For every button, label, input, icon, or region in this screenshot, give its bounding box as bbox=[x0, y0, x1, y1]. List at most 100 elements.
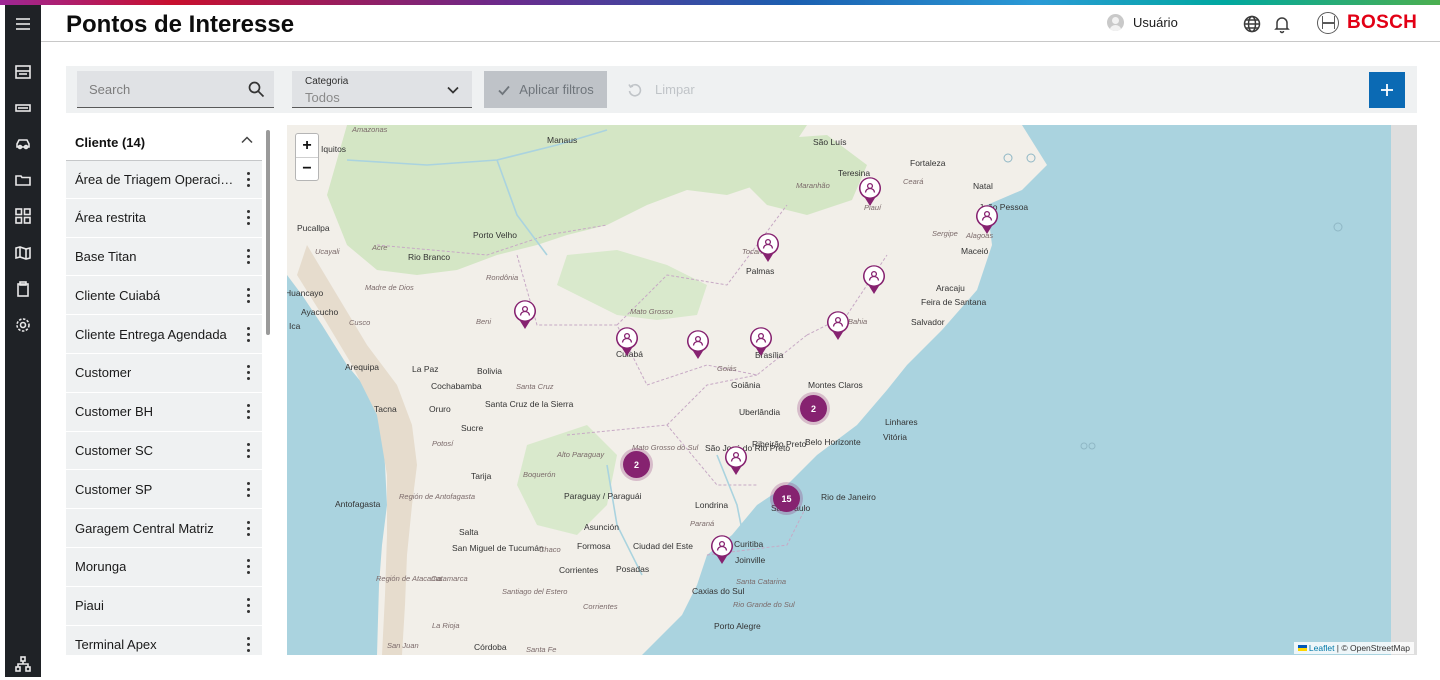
marker-cluster[interactable]: 2 bbox=[623, 451, 650, 478]
more-options-icon[interactable] bbox=[238, 361, 258, 385]
city-label: Montes Claros bbox=[808, 380, 863, 390]
map-view[interactable]: Manaus São Luís Teresina Fortaleza Natal João… bbox=[287, 125, 1417, 655]
poi-marker-icon[interactable] bbox=[615, 327, 639, 357]
region-label: Boquerón bbox=[523, 470, 556, 479]
city-label: La Paz bbox=[412, 364, 439, 374]
region-label: Alto Paraguay bbox=[557, 450, 605, 459]
more-options-icon[interactable] bbox=[238, 400, 258, 424]
car-icon[interactable] bbox=[5, 129, 41, 159]
plus-icon bbox=[1381, 84, 1393, 96]
search-input[interactable]: Search bbox=[77, 71, 274, 108]
osm-attribution: | © OpenStreetMap bbox=[1334, 643, 1410, 653]
poi-list-item-label: Cliente Entrega Agendada bbox=[75, 326, 227, 342]
poi-marker-icon[interactable] bbox=[862, 265, 886, 295]
poi-list-item[interactable]: Terminal Apex bbox=[66, 625, 262, 655]
hierarchy-icon[interactable] bbox=[5, 649, 41, 679]
poi-list-item[interactable]: Customer bbox=[66, 353, 262, 393]
more-options-icon[interactable] bbox=[238, 283, 258, 307]
region-label: San Juan bbox=[387, 641, 419, 650]
poi-list-item[interactable]: Cliente Cuiabá bbox=[66, 276, 262, 316]
marker-cluster[interactable]: 2 bbox=[800, 395, 827, 422]
city-label: Córdoba bbox=[474, 642, 507, 652]
poi-list-item[interactable]: Área de Triagem Operacional bbox=[66, 160, 262, 199]
poi-list-item-label: Terminal Apex bbox=[75, 636, 157, 652]
more-options-icon[interactable] bbox=[238, 594, 258, 618]
region-label: Beni bbox=[476, 317, 492, 326]
region-label: Madre de Dios bbox=[365, 283, 414, 292]
poi-list-item-label: Customer SP bbox=[75, 481, 153, 497]
clear-filters-button[interactable]: Limpar bbox=[627, 71, 695, 108]
poi-marker-icon[interactable] bbox=[724, 446, 748, 476]
settings-gear-icon[interactable] bbox=[5, 310, 41, 340]
zoom-in-button[interactable]: + bbox=[296, 134, 318, 157]
poi-list-item[interactable]: Cliente Entrega Agendada bbox=[66, 315, 262, 354]
poi-marker-icon[interactable] bbox=[858, 177, 882, 207]
city-label: Belo Horizonte bbox=[805, 437, 861, 447]
apply-filters-button[interactable]: Aplicar filtros bbox=[484, 71, 607, 108]
poi-list: Área de Triagem Operacional Área restrita… bbox=[66, 160, 262, 655]
poi-list-item[interactable]: Customer BH bbox=[66, 392, 262, 432]
clipboard-icon[interactable] bbox=[5, 274, 41, 304]
user-menu[interactable]: Usuário bbox=[1107, 14, 1178, 31]
city-label: Manaus bbox=[547, 135, 578, 145]
leaflet-link[interactable]: Leaflet bbox=[1309, 643, 1335, 653]
search-icon[interactable] bbox=[248, 81, 265, 98]
city-label: Arequipa bbox=[345, 362, 380, 372]
zoom-out-button[interactable]: − bbox=[296, 157, 318, 180]
apps-grid-icon[interactable] bbox=[5, 201, 41, 231]
poi-list-item-label: Morunga bbox=[75, 559, 127, 575]
language-globe-icon[interactable] bbox=[1242, 14, 1262, 34]
poi-list-item[interactable]: Morunga bbox=[66, 547, 262, 587]
city-label: Joinville bbox=[735, 555, 766, 565]
map-book-icon[interactable] bbox=[5, 238, 41, 268]
poi-list-item[interactable]: Customer SC bbox=[66, 431, 262, 471]
bosch-armature-icon bbox=[1317, 12, 1339, 34]
poi-marker-icon[interactable] bbox=[756, 233, 780, 263]
more-options-icon[interactable] bbox=[238, 244, 258, 268]
poi-marker-icon[interactable] bbox=[749, 327, 773, 357]
category-select[interactable]: Categoria Todos bbox=[292, 71, 472, 108]
marker-cluster[interactable]: 15 bbox=[773, 485, 800, 512]
more-options-icon[interactable] bbox=[238, 477, 258, 501]
dashboard-icon[interactable] bbox=[5, 57, 41, 87]
poi-marker-icon[interactable] bbox=[513, 300, 537, 330]
poi-marker-icon[interactable] bbox=[975, 205, 999, 235]
region-label: Santa Catarina bbox=[736, 577, 787, 586]
region-label: Corrientes bbox=[583, 602, 618, 611]
city-label: Bolivia bbox=[477, 366, 503, 376]
menu-icon[interactable] bbox=[5, 9, 41, 39]
poi-list-item[interactable]: Base Titan bbox=[66, 237, 262, 277]
client-group-header[interactable]: Cliente (14) bbox=[66, 125, 262, 160]
region-label: Bahia bbox=[848, 317, 868, 326]
city-label: Aracaju bbox=[936, 283, 965, 293]
more-options-icon[interactable] bbox=[238, 206, 258, 230]
poi-list-item[interactable]: Customer SP bbox=[66, 470, 262, 510]
poi-list-item-label: Garagem Central Matriz bbox=[75, 520, 214, 536]
list-scrollbar[interactable] bbox=[266, 130, 270, 335]
city-label: Porto Alegre bbox=[714, 621, 761, 631]
poi-list-item[interactable]: Área restrita bbox=[66, 198, 262, 238]
more-options-icon[interactable] bbox=[238, 516, 258, 540]
poi-list-item[interactable]: Garagem Central Matriz bbox=[66, 509, 262, 548]
category-label: Categoria bbox=[305, 76, 349, 87]
city-label: Natal bbox=[973, 181, 993, 191]
more-options-icon[interactable] bbox=[238, 555, 258, 579]
folder-icon[interactable] bbox=[5, 165, 41, 195]
city-label: Iquitos bbox=[321, 144, 347, 154]
city-label: Rio Branco bbox=[408, 252, 451, 262]
poi-marker-icon[interactable] bbox=[686, 330, 710, 360]
notification-bell-icon[interactable] bbox=[1272, 14, 1292, 34]
city-label: Ica bbox=[289, 321, 301, 331]
truck-icon[interactable] bbox=[5, 93, 41, 123]
poi-marker-icon[interactable] bbox=[826, 311, 850, 341]
more-options-icon[interactable] bbox=[238, 632, 258, 655]
more-options-icon[interactable] bbox=[238, 438, 258, 462]
poi-marker-icon[interactable] bbox=[710, 535, 734, 565]
city-label: Vitória bbox=[883, 432, 907, 442]
region-label: Rio Grande do Sul bbox=[733, 600, 795, 609]
more-options-icon[interactable] bbox=[238, 322, 258, 346]
city-label: São Luís bbox=[813, 137, 847, 147]
poi-list-item[interactable]: Piaui bbox=[66, 586, 262, 626]
add-poi-button[interactable] bbox=[1369, 72, 1405, 108]
more-options-icon[interactable] bbox=[238, 167, 258, 191]
